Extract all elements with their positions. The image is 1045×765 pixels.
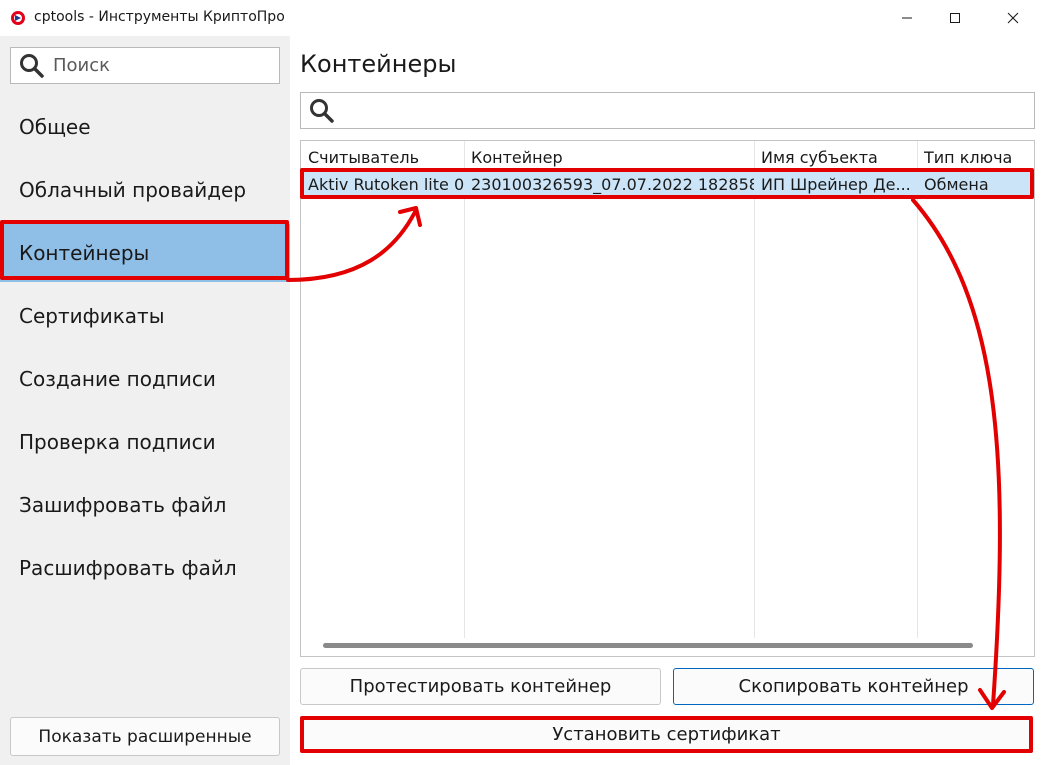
cell-subject: ИП Шрейнер Де... <box>761 175 911 194</box>
close-icon <box>1007 12 1019 24</box>
sidebar-item-general[interactable]: Общее <box>0 98 290 156</box>
sidebar-item-containers[interactable]: Контейнеры <box>0 224 290 282</box>
sidebar-item-verify-signature[interactable]: Проверка подписи <box>0 413 290 471</box>
maximize-icon <box>950 13 960 23</box>
column-divider <box>754 141 755 638</box>
sidebar-item-decrypt-file[interactable]: Расшифровать файл <box>0 539 290 597</box>
column-header-subject[interactable]: Имя субъекта <box>754 141 917 171</box>
sidebar-item-label: Расшифровать файл <box>19 556 237 580</box>
sidebar-item-create-signature[interactable]: Создание подписи <box>0 350 290 408</box>
sidebar-item-label: Общее <box>19 115 91 139</box>
column-header-reader[interactable]: Считыватель <box>301 141 464 171</box>
close-button[interactable] <box>990 0 1036 36</box>
cryptopro-app-icon <box>10 10 26 26</box>
table-header: Считыватель Контейнер Имя субъекта Тип к… <box>301 141 1034 171</box>
sidebar-item-label: Контейнеры <box>19 241 150 265</box>
sidebar-search[interactable] <box>10 47 280 84</box>
minimize-button[interactable] <box>884 0 930 36</box>
search-icon <box>19 53 45 83</box>
minimize-icon <box>902 17 912 19</box>
column-header-key-type[interactable]: Тип ключа <box>917 141 1034 171</box>
maximize-button[interactable] <box>932 0 978 36</box>
show-advanced-button[interactable]: Показать расширенные <box>10 717 280 756</box>
column-divider <box>917 141 918 638</box>
container-search[interactable] <box>300 92 1035 129</box>
cell-container: 230100326593_07.07.2022 182858 <box>471 175 754 194</box>
copy-container-button[interactable]: Скопировать контейнер <box>673 668 1034 705</box>
window-title: cptools - Инструменты КриптоПро <box>34 9 285 25</box>
install-certificate-button[interactable]: Установить сертификат <box>302 718 1031 751</box>
sidebar-item-encrypt-file[interactable]: Зашифровать файл <box>0 476 290 534</box>
sidebar-item-label: Создание подписи <box>19 367 216 391</box>
title-bar: cptools - Инструменты КриптоПро <box>0 0 1045 36</box>
horizontal-scrollbar[interactable] <box>323 643 973 648</box>
sidebar-item-label: Проверка подписи <box>19 430 216 454</box>
column-divider <box>464 141 465 638</box>
sidebar: Общее Облачный провайдер Контейнеры Серт… <box>0 36 290 765</box>
table-row[interactable]: Aktiv Rutoken lite 0 230100326593_07.07.… <box>301 171 1034 197</box>
sidebar-item-cloud-provider[interactable]: Облачный провайдер <box>0 161 290 219</box>
page-title: Контейнеры <box>300 50 457 78</box>
sidebar-item-label: Сертификаты <box>19 304 165 328</box>
test-container-button[interactable]: Протестировать контейнер <box>300 668 661 705</box>
cell-key-type: Обмена <box>924 175 989 194</box>
sidebar-item-label: Зашифровать файл <box>19 493 227 517</box>
search-icon <box>309 98 335 128</box>
sidebar-search-input[interactable] <box>53 52 273 79</box>
containers-table: Считыватель Контейнер Имя субъекта Тип к… <box>300 140 1035 657</box>
cell-reader: Aktiv Rutoken lite 0 <box>308 175 464 194</box>
sidebar-item-label: Облачный провайдер <box>19 178 247 202</box>
sidebar-item-certificates[interactable]: Сертификаты <box>0 287 290 345</box>
column-header-container[interactable]: Контейнер <box>464 141 754 171</box>
